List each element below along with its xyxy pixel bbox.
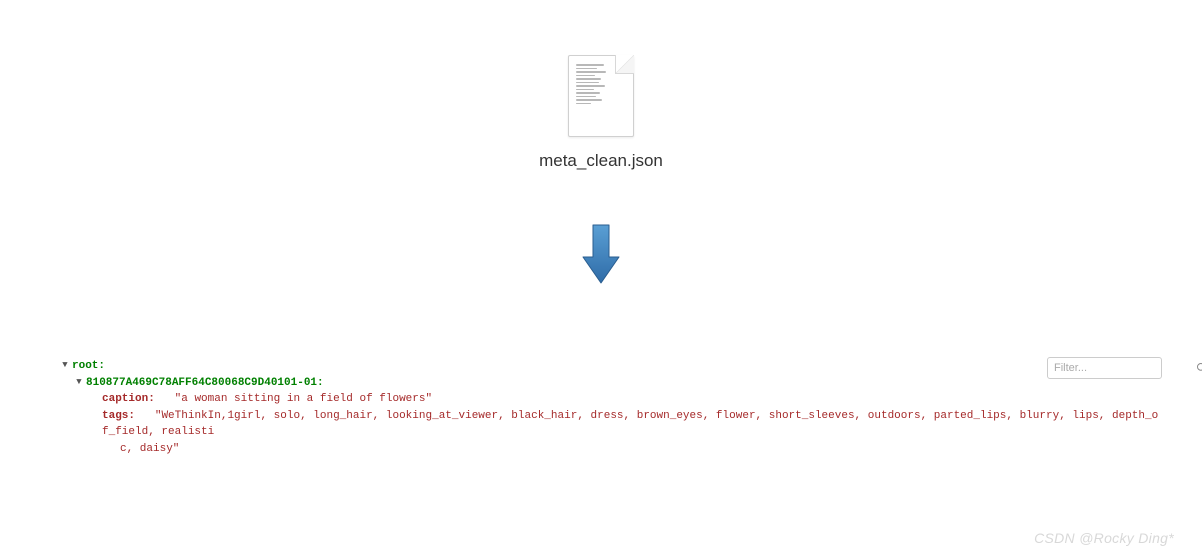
search-icon [1196, 362, 1202, 374]
json-tags-value-line1: "WeThinkIn,1girl, solo, long_hair, looki… [102, 410, 1158, 439]
arrow-down-icon [581, 223, 621, 290]
json-id-key: 810877A469C78AFF64C80068C9D40101-01: [86, 375, 324, 392]
toggle-icon[interactable]: ▼ [60, 359, 70, 373]
json-caption-key: caption: [102, 393, 155, 405]
file-name-label: meta_clean.json [539, 151, 663, 171]
json-root-key: root: [72, 358, 105, 375]
json-caption-row: caption: "a woman sitting in a field of … [60, 391, 1162, 408]
json-tags-row: tags: "WeThinkIn,1girl, solo, long_hair,… [60, 408, 1162, 441]
json-tags-value-line2: c, daisy" [60, 441, 1162, 458]
json-id-row[interactable]: ▼ 810877A469C78AFF64C80068C9D40101-01: [60, 375, 1162, 392]
file-section: meta_clean.json [0, 55, 1202, 171]
json-caption-value: "a woman sitting in a field of flowers" [175, 393, 432, 405]
json-root-row[interactable]: ▼ root: [60, 358, 1162, 375]
file-icon [568, 55, 634, 137]
toggle-icon[interactable]: ▼ [74, 376, 84, 390]
watermark: CSDN @Rocky Ding* [1034, 530, 1174, 546]
json-viewer: ▼ root: ▼ 810877A469C78AFF64C80068C9D401… [60, 358, 1162, 457]
json-tags-key: tags: [102, 410, 135, 422]
